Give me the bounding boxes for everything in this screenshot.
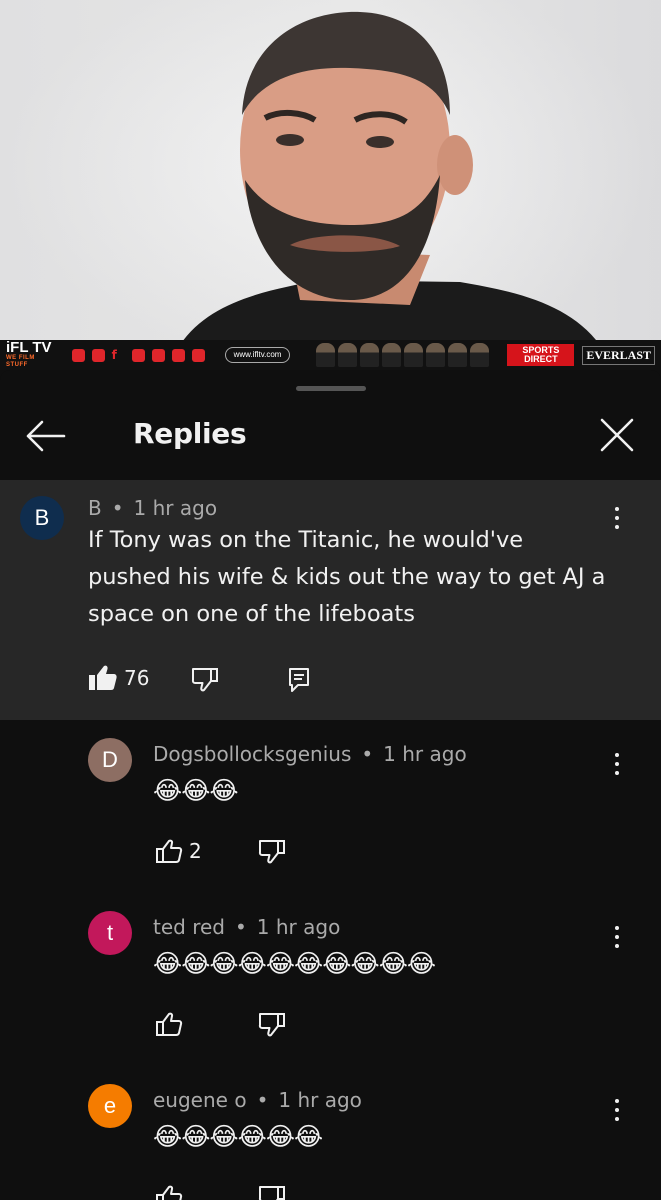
comment-text: 😂😂😂😂😂😂😂😂😂😂	[153, 949, 436, 978]
more-options-button[interactable]	[605, 500, 629, 536]
like-button[interactable]: 76	[88, 664, 149, 692]
like-count: 76	[124, 666, 150, 690]
comment-time: 1 hr ago	[278, 1088, 362, 1112]
parent-comment: B B • 1 hr ago If Tony was on the Titanic,…	[0, 480, 661, 720]
comment-author[interactable]: ted red	[153, 915, 225, 939]
thumbs-up-icon	[156, 1012, 183, 1036]
meta-separator: •	[111, 496, 124, 520]
channel-branding-bar: iFL TV WE FILM STUFF f www.ifltv.com SPO…	[0, 340, 661, 370]
comment-meta: ted red • 1 hr ago	[153, 915, 340, 939]
thumbs-up-icon	[156, 1185, 183, 1200]
meta-separator: •	[361, 742, 374, 766]
avatar[interactable]: e	[88, 1084, 132, 1128]
drag-handle[interactable]	[296, 386, 366, 391]
instagram-icon	[91, 348, 105, 362]
avatar[interactable]: t	[88, 911, 132, 955]
more-options-button[interactable]	[605, 746, 629, 782]
dislike-button[interactable]	[191, 667, 219, 693]
tiktok-icon	[151, 348, 165, 362]
replies-header: Replies	[0, 400, 661, 478]
page-title: Replies	[133, 417, 247, 450]
cast-photos	[316, 343, 490, 367]
avatar[interactable]: D	[88, 738, 132, 782]
dislike-button[interactable]	[258, 839, 286, 865]
thumbs-down-icon	[191, 668, 218, 692]
video-player[interactable]: iFL TV WE FILM STUFF f www.ifltv.com SPO…	[0, 0, 661, 370]
thumbs-up-icon	[156, 839, 183, 863]
thumbs-up-filled-icon	[89, 665, 117, 690]
comment-author[interactable]: eugene o	[153, 1088, 247, 1112]
youtube-icon	[71, 348, 85, 362]
comment-time: 1 hr ago	[133, 496, 218, 520]
avatar[interactable]: B	[20, 496, 64, 540]
thumbs-down-icon	[258, 840, 285, 864]
comment-text: 😂😂😂😂😂😂	[153, 1122, 323, 1151]
comment-meta: B • 1 hr ago	[88, 496, 217, 520]
meta-separator: •	[256, 1088, 269, 1112]
video-frame-person	[180, 11, 600, 345]
dislike-button[interactable]	[258, 1012, 286, 1038]
ifl-tv-logo: iFL TV WE FILM STUFF	[6, 339, 52, 368]
more-options-button[interactable]	[605, 1092, 629, 1128]
social-icons: f	[71, 347, 205, 362]
comment-meta: eugene o • 1 hr ago	[153, 1088, 362, 1112]
thumbs-down-icon	[258, 1013, 285, 1037]
like-button[interactable]	[155, 1011, 189, 1037]
thumbs-down-icon	[258, 1186, 285, 1200]
comment-text: If Tony was on the Titanic, he would've …	[88, 527, 606, 627]
reply-comment: t ted red • 1 hr ago 😂😂😂😂😂😂😂😂😂😂	[0, 911, 661, 1083]
replies-sheet: Replies B B • 1 hr ago If Tony was on the …	[0, 370, 661, 1200]
arrow-left-icon	[26, 420, 66, 452]
wifi-icon	[191, 348, 205, 362]
facebook-icon: f	[111, 347, 117, 362]
close-button[interactable]	[596, 414, 638, 456]
like-button[interactable]: 2	[155, 838, 202, 864]
sponsor-sports-direct: SPORTS DIRECT	[507, 344, 575, 366]
comment-time: 1 hr ago	[383, 742, 467, 766]
more-options-button[interactable]	[605, 919, 629, 955]
reply-comment: D Dogsbollocksgenius • 1 hr ago 😂😂😂 2	[0, 738, 661, 910]
like-button[interactable]	[155, 1184, 183, 1200]
meta-separator: •	[234, 915, 247, 939]
close-icon	[600, 418, 634, 452]
like-count: 2	[189, 839, 202, 863]
podcast-icon	[171, 348, 185, 362]
reply-comment: e eugene o • 1 hr ago 😂😂😂😂😂😂	[0, 1084, 661, 1200]
twitter-icon	[131, 348, 145, 362]
comment-author[interactable]: B	[88, 496, 102, 520]
sponsor-everlast: EVERLAST	[582, 345, 655, 365]
dislike-button[interactable]	[258, 1185, 286, 1200]
comment-text: 😂😂😂	[153, 776, 239, 805]
comment-time: 1 hr ago	[256, 915, 341, 939]
reply-button[interactable]	[288, 667, 310, 693]
comment-icon	[289, 668, 309, 692]
comment-meta: Dogsbollocksgenius • 1 hr ago	[153, 742, 467, 766]
website-url: www.ifltv.com	[224, 347, 291, 363]
back-button[interactable]	[22, 416, 68, 456]
comment-author[interactable]: Dogsbollocksgenius	[153, 742, 351, 766]
